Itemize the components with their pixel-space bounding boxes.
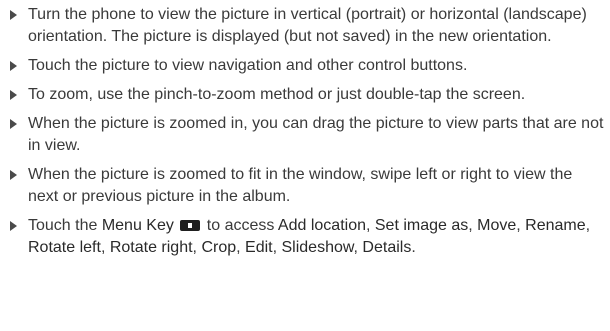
list-item: Turn the phone to view the picture in ve…	[0, 4, 610, 48]
list-item-menu-key: Touch the Menu Key to access Add locatio…	[0, 215, 610, 259]
triangle-bullet-icon	[10, 119, 17, 129]
option-separator: ,	[516, 217, 526, 234]
option-add-location: Add location	[277, 217, 366, 234]
option-separator: ,	[585, 217, 591, 234]
document-page: Turn the phone to view the picture in ve…	[0, 0, 610, 331]
list-item-text: Touch the picture to view navigation and…	[28, 57, 468, 74]
list-item: Touch the picture to view navigation and…	[0, 55, 610, 77]
list-item-mid: to access	[202, 217, 278, 234]
option-separator: ,	[468, 217, 478, 234]
triangle-bullet-icon	[10, 221, 17, 231]
option-details: Details	[362, 239, 412, 256]
list-item-text: When the picture is zoomed in, you can d…	[28, 115, 604, 154]
triangle-bullet-icon	[10, 90, 17, 100]
list-item-text: To zoom, use the pinch-to-zoom method or…	[28, 86, 526, 103]
list-item-prefix: Touch the	[28, 217, 102, 234]
triangle-bullet-icon	[10, 170, 17, 180]
option-crop: Crop	[201, 239, 237, 256]
option-separator: ,	[365, 217, 375, 234]
option-set-image-as: Set image as	[374, 217, 469, 234]
menu-key-icon	[180, 220, 201, 231]
option-slideshow: Slideshow	[281, 239, 354, 256]
list-item: When the picture is zoomed in, you can d…	[0, 113, 610, 157]
option-rotate-left: Rotate left	[28, 239, 101, 256]
option-edit: Edit	[245, 239, 273, 256]
triangle-bullet-icon	[10, 10, 17, 20]
option-separator: ,	[100, 239, 110, 256]
triangle-bullet-icon	[10, 61, 17, 71]
option-move: Move	[477, 217, 517, 234]
option-separator: ,	[236, 239, 246, 256]
option-rename: Rename	[525, 217, 586, 234]
list-item: To zoom, use the pinch-to-zoom method or…	[0, 84, 610, 106]
bullet-list: Turn the phone to view the picture in ve…	[0, 4, 610, 259]
list-item-end: .	[411, 239, 416, 256]
option-rotate-right: Rotate right	[109, 239, 193, 256]
menu-key-label: Menu Key	[101, 217, 174, 234]
list-item-text: Turn the phone to view the picture in ve…	[28, 6, 587, 45]
list-item: When the picture is zoomed to fit in the…	[0, 164, 610, 208]
list-item-text: When the picture is zoomed to fit in the…	[28, 166, 573, 205]
